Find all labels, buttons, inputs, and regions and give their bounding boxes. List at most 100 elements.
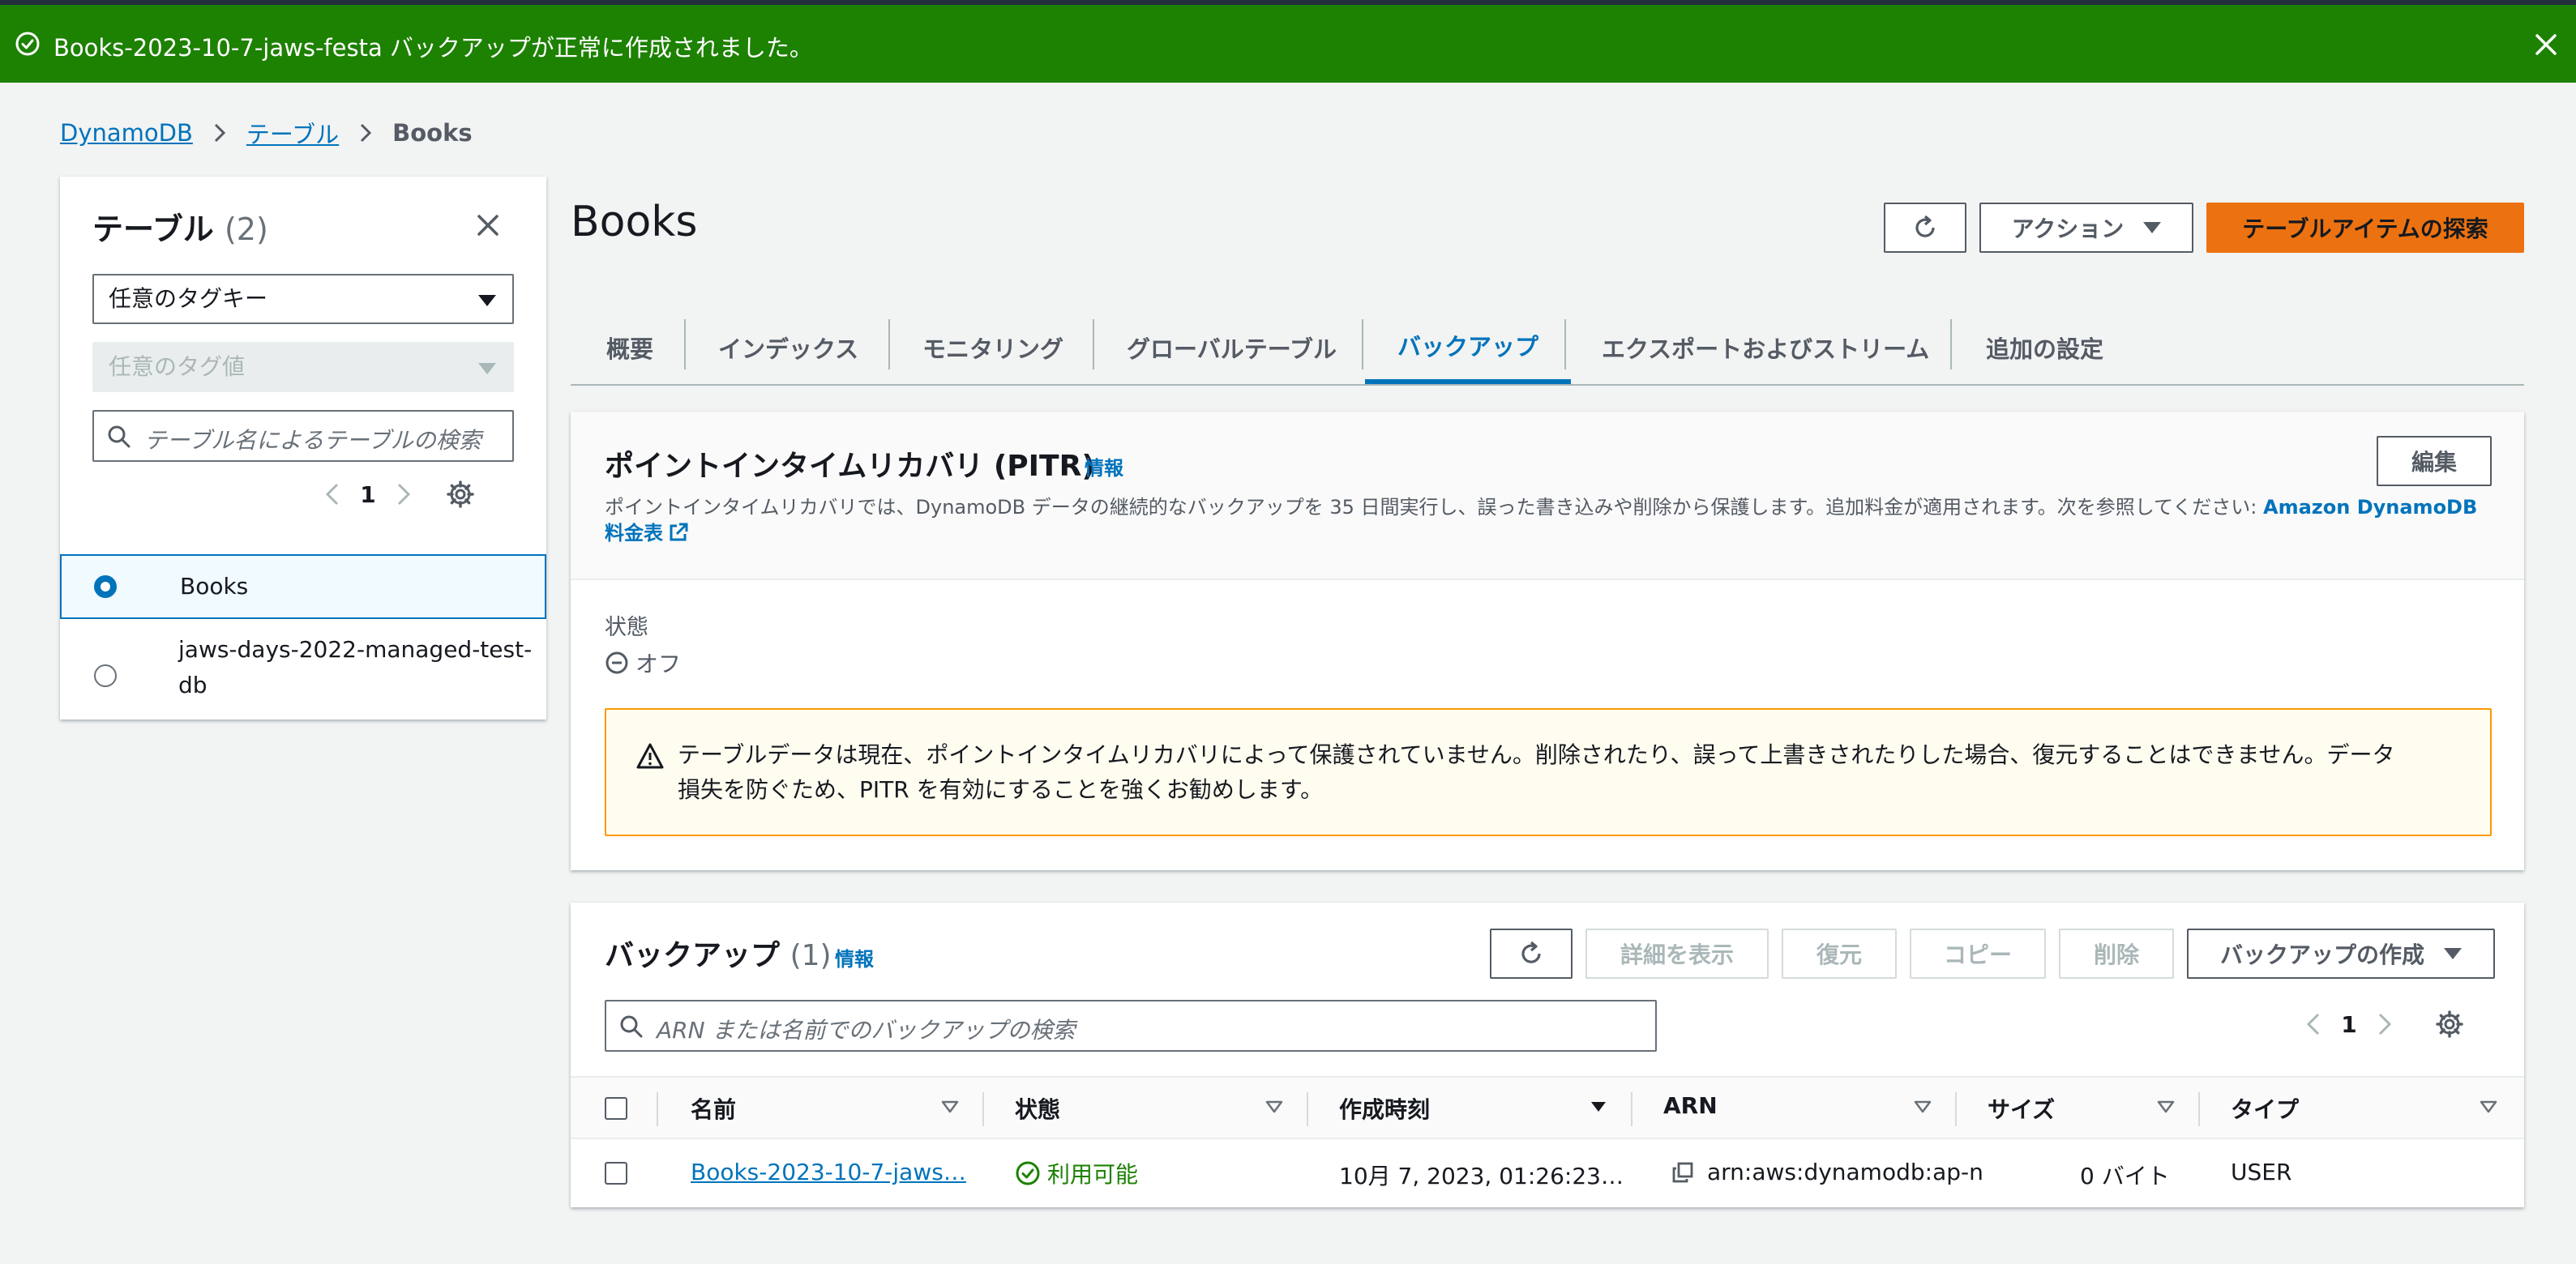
caret-down-icon [478,363,496,374]
gear-icon[interactable] [2435,1010,2464,1039]
backup-created-cell: 10月 7, 2023, 01:26:23… [1339,1163,1624,1189]
sidebar-title-text: テーブル [92,211,214,247]
chevron-left-icon[interactable] [321,480,345,509]
chevron-left-icon[interactable] [2302,1010,2326,1039]
search-icon [620,1015,643,1038]
backup-table-header: 名前 状態 作成時刻 ARN サイズ タイプ [571,1076,2524,1139]
table-list-item[interactable]: Books [60,554,546,619]
page-number[interactable]: 1 [345,481,391,508]
sort-icon[interactable] [1913,1099,1932,1115]
tab-divider [1093,319,1094,369]
refresh-button[interactable] [1490,929,1573,979]
backup-name-link[interactable]: Books-2023-10-7-jaws… [691,1159,966,1185]
status-off-text: オフ [635,651,682,677]
sort-icon[interactable] [2156,1099,2176,1115]
column-divider [2198,1092,2200,1126]
tab-indexes[interactable]: インデックス [718,311,858,384]
tag-key-select[interactable]: 任意のタグキー [92,274,514,324]
tag-value-select: 任意のタグ値 [92,342,514,392]
create-backup-label: バックアップの作成 [2219,942,2424,968]
status-off-icon [605,651,628,674]
table-name: Books [180,573,249,600]
radio-unselected[interactable] [94,664,117,687]
chevron-right-icon[interactable] [2372,1010,2396,1039]
backups-count: (1) [789,939,832,972]
sidebar-pagination: 1 [321,480,475,509]
success-check-icon [1016,1161,1040,1185]
sort-descending-icon[interactable] [1589,1099,1608,1115]
chevron-right-icon[interactable] [391,480,415,509]
gear-icon[interactable] [446,480,475,509]
actions-label: アクション [2011,216,2125,242]
backup-pagination: 1 [2302,1010,2464,1039]
restore-button[interactable]: 復元 [1782,929,1897,979]
column-divider [982,1092,984,1126]
column-created[interactable]: 作成時刻 [1339,1092,1430,1125]
pitr-title: ポイントインタイムリカバリ (PITR) [605,450,1095,483]
breadcrumb-tables[interactable]: テーブル [246,116,339,150]
close-icon[interactable] [2534,32,2558,57]
copy-button[interactable]: コピー [1910,929,2046,979]
caret-down-icon [2143,222,2162,233]
tab-divider [1564,319,1566,369]
edit-label: 編集 [2411,449,2457,476]
pitr-info-link[interactable]: 情報 [1085,452,1123,480]
column-type[interactable]: タイプ [2231,1092,2299,1125]
table-list-item[interactable]: jaws-days-2022-managed-test- db [60,630,546,711]
column-status[interactable]: 状態 [1015,1092,1060,1125]
create-backup-button[interactable]: バックアップの作成 [2187,929,2495,979]
refresh-icon [1521,941,1541,963]
delete-button[interactable]: 削除 [2059,929,2174,979]
refresh-button[interactable] [1884,203,1966,253]
tab-additional-settings[interactable]: 追加の設定 [1986,311,2103,384]
tab-divider [1362,319,1363,369]
close-icon[interactable] [475,212,501,238]
backups-title: バックアップ (1) [605,932,832,974]
column-divider [1307,1092,1308,1126]
tab-backups[interactable]: バックアップ [1365,311,1572,384]
select-all-checkbox[interactable] [605,1097,627,1120]
pitr-description-text: ポイントインタイムリカバリでは、DynamoDB データの継続的なバックアップを… [605,496,2264,519]
view-details-button[interactable]: 詳細を表示 [1585,929,1769,979]
page-number[interactable]: 1 [2326,1011,2372,1038]
table-search-input[interactable]: テーブル名によるテーブルの検索 [92,410,514,462]
sort-icon[interactable] [2479,1099,2498,1115]
tab-exports-streams[interactable]: エクスポートおよびストリーム [1602,311,1929,384]
backups-info-link[interactable]: 情報 [835,943,874,971]
column-size[interactable]: サイズ [1988,1092,2055,1125]
edit-button[interactable]: 編集 [2377,436,2492,486]
tab-overview[interactable]: 概要 [606,311,653,384]
arn-text: arn:aws:dynamodb:ap-n [1707,1159,1983,1185]
explore-label: テーブルアイテムの探索 [2242,216,2488,242]
table-name-line2: db [178,672,208,698]
table-name-line1: jaws-days-2022-managed-test- [178,636,533,663]
copy-icon[interactable] [1671,1161,1694,1184]
sort-icon[interactable] [1264,1099,1284,1115]
backup-name-cell: Books-2023-10-7-jaws… [691,1159,966,1185]
radio-selected[interactable] [94,575,117,598]
backup-type-cell: USER [2231,1159,2292,1185]
caret-down-icon [478,295,496,306]
tag-value-value: 任意のタグ値 [109,353,246,380]
tab-divider [1950,319,1952,369]
tab-monitoring[interactable]: モニタリング [922,311,1063,384]
pitr-card: ポイントインタイムリカバリ (PITR) 情報 編集 ポイントインタイムリカバリ… [571,412,2524,870]
search-placeholder: ARN または名前でのバックアップの検索 [657,1017,1076,1044]
search-icon [108,425,131,448]
backup-search-input[interactable]: ARN または名前でのバックアップの検索 [605,1000,1657,1052]
warning-text: テーブルデータは現在、ポイントインタイムリカバリによって保護されていません。削除… [678,741,2395,803]
external-link-icon[interactable] [668,522,689,543]
backups-card: バックアップ (1) 情報 詳細を表示 復元 コピー 削除 バックアップの作成 … [571,903,2524,1207]
row-checkbox[interactable] [605,1162,627,1185]
breadcrumb-dynamodb[interactable]: DynamoDB [60,119,193,147]
pitr-warning-alert: テーブルデータは現在、ポイントインタイムリカバリによって保護されていません。削除… [605,708,2492,836]
sort-icon[interactable] [940,1099,960,1115]
tab-global-tables[interactable]: グローバルテーブル [1127,311,1337,384]
success-flash-banner: Books-2023-10-7-jaws-festa バックアップが正常に作成さ… [0,5,2576,83]
column-arn[interactable]: ARN [1663,1092,1718,1119]
explore-items-button[interactable]: テーブルアイテムの探索 [2206,203,2524,253]
column-name[interactable]: 名前 [691,1092,736,1125]
warning-icon [636,743,664,769]
chevron-right-icon [361,123,372,143]
actions-button[interactable]: アクション [1979,203,2193,253]
